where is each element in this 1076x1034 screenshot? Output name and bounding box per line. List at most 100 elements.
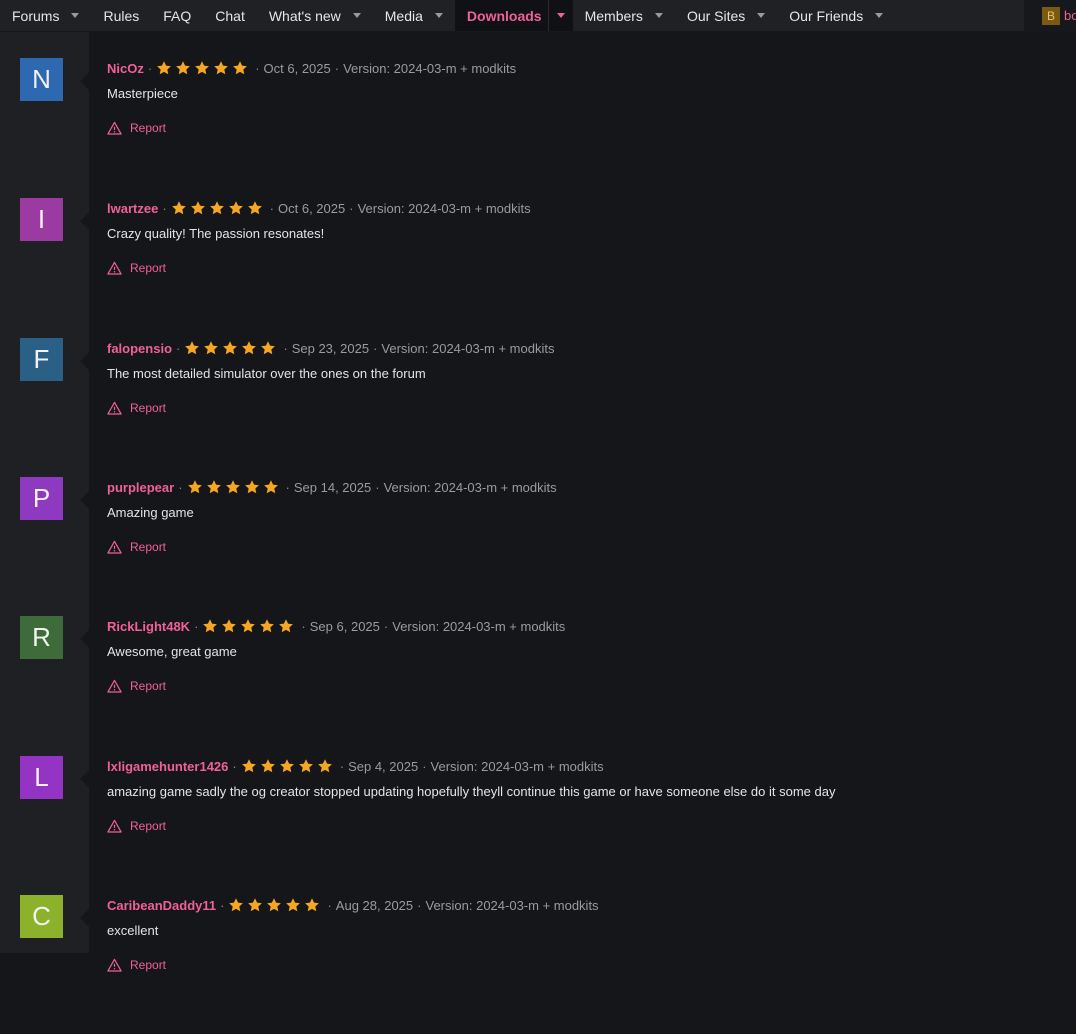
- account-menu[interactable]: B bo: [1024, 0, 1076, 31]
- star-icon: [229, 898, 244, 912]
- username-link[interactable]: purplepear: [107, 480, 174, 495]
- separator: ·: [269, 200, 274, 216]
- review-date[interactable]: Sep 4, 2025: [348, 759, 418, 774]
- review-text: Crazy quality! The passion resonates!: [107, 226, 325, 241]
- message-arrow: [80, 770, 89, 788]
- user-name: bo: [1064, 8, 1076, 23]
- review-text: excellent: [107, 923, 159, 938]
- chevron-down-icon[interactable]: [71, 13, 80, 18]
- avatar[interactable]: F: [20, 338, 63, 381]
- report-button[interactable]: Report: [107, 121, 166, 135]
- nav-label: Members: [584, 7, 643, 24]
- review-text: Amazing game: [107, 505, 194, 520]
- report-label: Report: [130, 261, 167, 275]
- warning-icon: [107, 540, 122, 554]
- report-button[interactable]: Report: [107, 819, 166, 833]
- username-link[interactable]: CaribeanDaddy11: [107, 898, 216, 913]
- star-icon: [305, 898, 320, 912]
- star-icon: [209, 201, 224, 215]
- message-arrow: [80, 630, 89, 648]
- nav-members[interactable]: Members: [573, 0, 675, 31]
- username-link[interactable]: lwartzee: [107, 201, 158, 216]
- star-icon: [228, 201, 243, 215]
- username-link[interactable]: falopensio: [107, 341, 172, 356]
- review-meta: CaribeanDaddy11 · · Aug 28, 2025 · Version: 2…: [107, 895, 599, 915]
- review-version: Version: 2024-03-m + modkits: [392, 618, 566, 634]
- star-icon: [222, 619, 237, 633]
- nav-forums[interactable]: Forums: [0, 0, 91, 31]
- separator: ·: [375, 479, 380, 495]
- username-link[interactable]: lxligamehunter1426: [107, 759, 228, 774]
- avatar[interactable]: P: [20, 477, 63, 520]
- star-icon: [223, 341, 238, 355]
- warning-icon: [107, 679, 122, 693]
- message-arrow: [80, 352, 89, 370]
- star-rating: [202, 618, 297, 634]
- warning-icon: [107, 261, 122, 275]
- report-button[interactable]: Report: [107, 679, 166, 693]
- review-date[interactable]: Oct 6, 2025: [264, 61, 331, 76]
- review-item: N NicOz · · Oct 6, 2025 · Version: 2024-03-m +…: [0, 58, 1076, 197]
- nav-chat[interactable]: Chat: [203, 0, 257, 31]
- nav-our-friends[interactable]: Our Friends: [777, 0, 895, 31]
- report-label: Report: [130, 679, 167, 693]
- nav-faq[interactable]: FAQ: [151, 0, 203, 31]
- report-label: Report: [130, 540, 167, 554]
- star-rating: [171, 200, 266, 216]
- star-rating: [156, 60, 251, 76]
- star-icon: [279, 619, 294, 633]
- review-version: Version: 2024-03-m + modkits: [343, 60, 517, 76]
- avatar[interactable]: I: [20, 198, 63, 241]
- separator: ·: [417, 897, 422, 913]
- nav-label: Downloads: [466, 7, 542, 24]
- review-text: Masterpiece: [107, 86, 178, 101]
- separator: ·: [373, 340, 378, 356]
- nav-whats-new[interactable]: What's new: [257, 0, 373, 31]
- report-label: Report: [130, 121, 167, 135]
- review-version: Version: 2024-03-m + modkits: [383, 479, 557, 495]
- nav-rules[interactable]: Rules: [91, 0, 151, 31]
- review-item: Ppurplepear · · Sep 14, 2025 · Version: 2024-…: [0, 477, 1076, 616]
- nav-media[interactable]: Media: [373, 0, 455, 31]
- review-date[interactable]: Sep 23, 2025: [292, 341, 369, 356]
- avatar[interactable]: R: [20, 616, 63, 659]
- nav-our-sites[interactable]: Our Sites: [675, 0, 777, 31]
- star-rating: [241, 758, 336, 774]
- avatar[interactable]: C: [20, 895, 63, 938]
- review-date[interactable]: Sep 6, 2025: [310, 619, 380, 634]
- review-date[interactable]: Aug 28, 2025: [336, 898, 413, 913]
- review-date[interactable]: Oct 6, 2025: [278, 201, 345, 216]
- message-arrow: [80, 212, 89, 230]
- star-icon: [317, 759, 332, 773]
- star-icon: [247, 201, 262, 215]
- report-button[interactable]: Report: [107, 958, 166, 972]
- chevron-down-icon[interactable]: [434, 13, 443, 18]
- report-button[interactable]: Report: [107, 540, 166, 554]
- warning-icon: [107, 958, 122, 972]
- chevron-down-icon[interactable]: [875, 13, 884, 18]
- review-date[interactable]: Sep 14, 2025: [294, 480, 371, 495]
- review-meta: RickLight48K · · Sep 6, 2025 · Version: 2024-…: [107, 616, 565, 636]
- chevron-down-icon: [556, 13, 565, 18]
- separator: ·: [255, 60, 260, 76]
- review-item: Ffalopensio · · Sep 23, 2025 · Version: 2024-…: [0, 338, 1076, 477]
- report-button[interactable]: Report: [107, 261, 166, 275]
- chevron-down-icon[interactable]: [654, 13, 663, 18]
- review-text: Awesome, great game: [107, 644, 237, 659]
- review-item: R RickLight48K · · Sep 6, 2025 · Version: 2024…: [0, 616, 1076, 755]
- chevron-down-icon[interactable]: [352, 13, 361, 18]
- separator: ·: [327, 897, 332, 913]
- username-link[interactable]: RickLight48K: [107, 619, 190, 634]
- username-link[interactable]: NicOz: [107, 61, 144, 76]
- review-item: C CaribeanDaddy11 · · Aug 28, 2025 · Version: …: [0, 895, 1076, 1034]
- nav-downloads[interactable]: Downloads: [454, 0, 573, 31]
- review-text: The most detailed simulator over the one…: [107, 366, 426, 381]
- avatar[interactable]: L: [20, 756, 63, 799]
- chevron-down-icon[interactable]: [757, 13, 766, 18]
- dropdown-toggle[interactable]: [547, 0, 573, 31]
- star-icon: [241, 619, 256, 633]
- star-icon: [263, 480, 278, 494]
- report-button[interactable]: Report: [107, 401, 166, 415]
- review-meta: purplepear · · Sep 14, 2025 · Version: 2024-0…: [107, 477, 557, 497]
- avatar[interactable]: N: [20, 58, 63, 101]
